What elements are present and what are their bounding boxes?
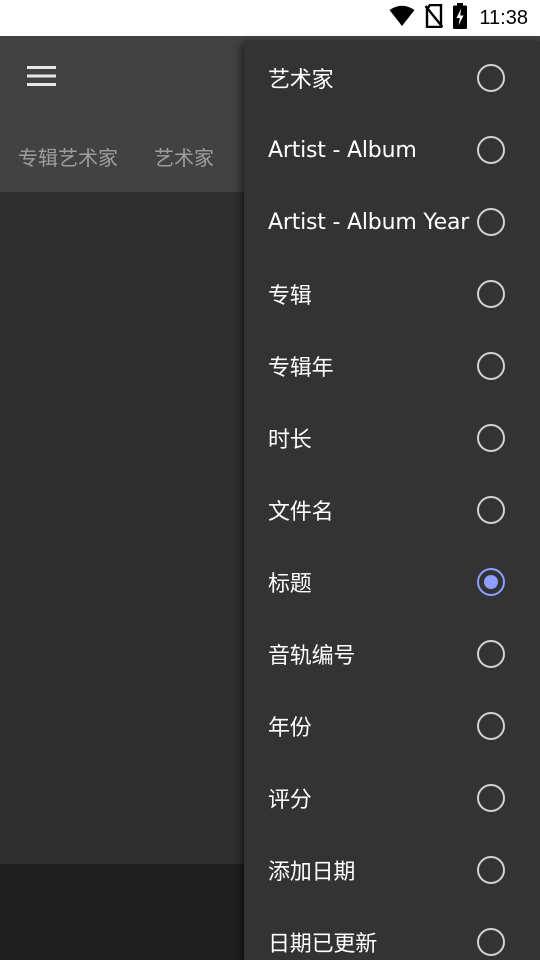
sort-option-label: 标题 (268, 572, 312, 597)
no-sim-icon (424, 3, 444, 32)
sort-option-label: 专辑年 (268, 356, 334, 381)
radio-button[interactable] (477, 208, 505, 236)
sort-option-track-number[interactable]: 音轨编号 (244, 618, 540, 690)
radio-button[interactable] (477, 784, 505, 812)
sort-option-label: Artist - Album (268, 137, 417, 163)
radio-button[interactable] (477, 352, 505, 380)
menu-button[interactable] (14, 54, 70, 102)
sort-option-date-modified[interactable]: 日期已更新 (244, 906, 540, 960)
sort-option-artist-album[interactable]: Artist - Album (244, 114, 540, 186)
radio-button[interactable] (477, 280, 505, 308)
radio-button-checked[interactable] (477, 568, 505, 596)
sort-option-label: Artist - Album Year (268, 209, 470, 235)
sort-option-title[interactable]: 标题 (244, 546, 540, 618)
radio-button[interactable] (477, 136, 505, 164)
radio-button[interactable] (477, 64, 505, 92)
sort-option-album-year[interactable]: 专辑年 (244, 330, 540, 402)
hamburger-menu-icon (27, 65, 57, 91)
sort-option-label: 文件名 (268, 500, 334, 525)
status-bar: 11:38 (0, 0, 540, 36)
sort-option-duration[interactable]: 时长 (244, 402, 540, 474)
sort-options-menu: 艺术家 Artist - Album Artist - Album Year 专… (244, 42, 540, 960)
sort-option-artist-album-year[interactable]: Artist - Album Year (244, 186, 540, 258)
sort-option-label: 评分 (268, 788, 312, 813)
sort-option-label: 年份 (268, 716, 312, 741)
tab-bar: 专辑艺术家 艺术家 (0, 132, 232, 180)
sort-option-filename[interactable]: 文件名 (244, 474, 540, 546)
radio-button[interactable] (477, 712, 505, 740)
sort-option-date-added[interactable]: 添加日期 (244, 834, 540, 906)
radio-button[interactable] (477, 496, 505, 524)
radio-button[interactable] (477, 424, 505, 452)
sort-option-artist[interactable]: 艺术家 (244, 42, 540, 114)
screen: 11:38 专辑艺术家 艺术家 艺术家 Artist - Album Artis… (0, 0, 540, 960)
sort-option-year[interactable]: 年份 (244, 690, 540, 762)
sort-option-label: 日期已更新 (268, 932, 378, 957)
sort-option-label: 时长 (268, 428, 312, 453)
battery-charging-icon (453, 3, 468, 33)
sort-option-label: 专辑 (268, 284, 312, 309)
sort-option-rating[interactable]: 评分 (244, 762, 540, 834)
status-icons: 11:38 (389, 0, 528, 36)
status-time: 11:38 (479, 6, 528, 29)
sort-option-album[interactable]: 专辑 (244, 258, 540, 330)
radio-button[interactable] (477, 856, 505, 884)
wifi-icon (389, 5, 415, 31)
radio-button[interactable] (477, 640, 505, 668)
sort-option-label: 音轨编号 (268, 644, 356, 669)
tab-album-artist[interactable]: 专辑艺术家 (0, 142, 136, 171)
radio-button[interactable] (477, 928, 505, 956)
sort-option-label: 添加日期 (268, 860, 356, 885)
sort-option-label: 艺术家 (268, 68, 334, 93)
tab-artist[interactable]: 艺术家 (136, 142, 232, 171)
